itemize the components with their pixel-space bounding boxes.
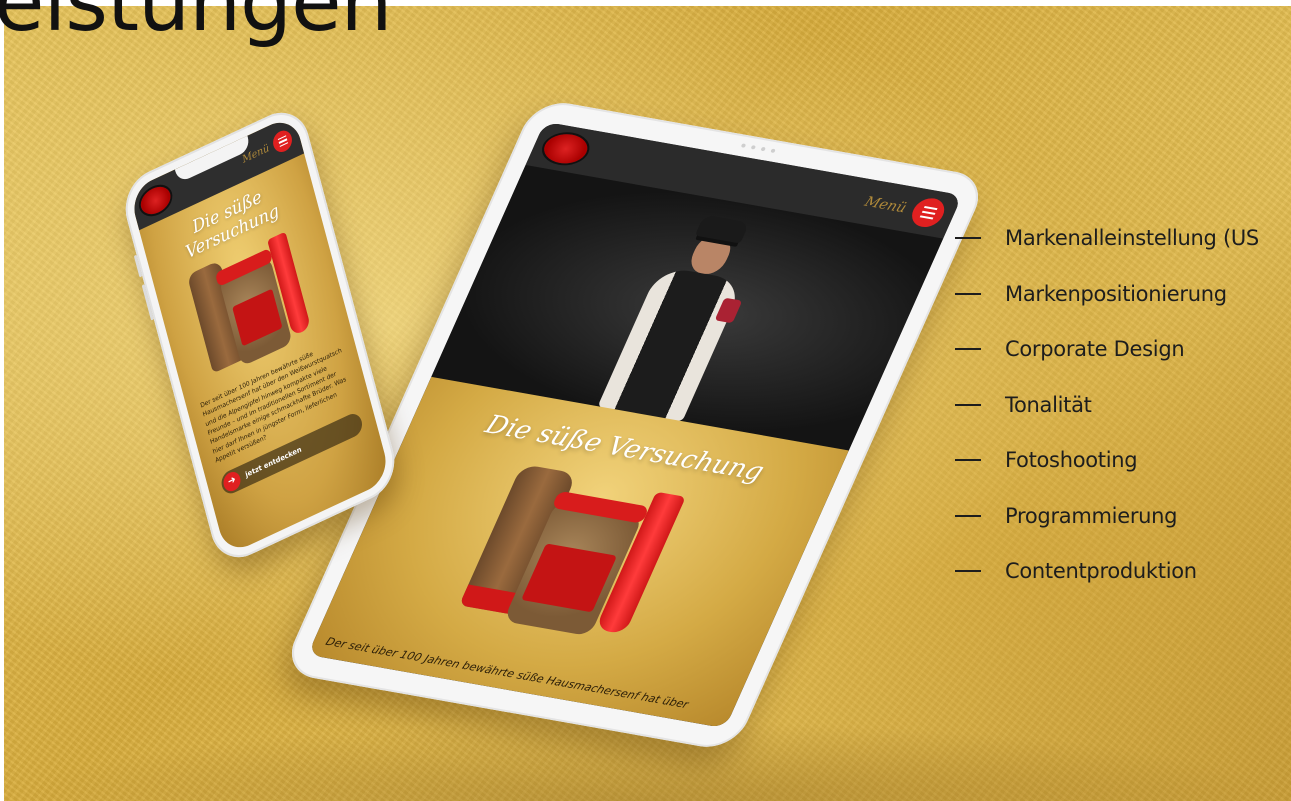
menu-label: Menü (862, 194, 909, 217)
man-with-hat-photo (576, 208, 791, 425)
service-label: Markenpositionierung (1005, 281, 1227, 306)
service-label: Markenalleinstellung (US (1005, 226, 1259, 250)
phone-menu-button[interactable]: Menü (240, 127, 295, 169)
hamburger-icon[interactable] (270, 127, 295, 156)
dash-icon (955, 237, 981, 239)
discover-button-label: jetzt entdecken (244, 445, 303, 480)
hamburger-icon[interactable] (907, 195, 950, 230)
page: eistungen Menü Die süße Versuchung Der s… (0, 0, 1291, 801)
dash-icon (955, 403, 981, 406)
dash-icon (955, 514, 981, 517)
arrow-right-icon: ➜ (221, 469, 243, 495)
service-item: Markenalleinstellung (US (955, 224, 1291, 252)
service-label: Tonalität (1005, 392, 1092, 417)
page-heading: eistungen (0, 0, 393, 50)
product-image (445, 462, 709, 647)
tablet-camera (740, 143, 776, 154)
service-label: Contentproduktion (1005, 559, 1197, 583)
service-item: Programmierung (955, 502, 1291, 530)
service-label: Corporate Design (1005, 337, 1185, 361)
service-item: Tonalität (955, 391, 1291, 419)
dash-icon (955, 459, 981, 461)
tablet-menu-button[interactable]: Menü (859, 188, 950, 230)
service-item: Fotoshooting (955, 446, 1291, 474)
dash-icon (955, 292, 981, 295)
brand-logo[interactable] (538, 131, 593, 167)
service-item: Contentproduktion (955, 557, 1291, 585)
service-label: Programmierung (1005, 503, 1178, 528)
service-item: Corporate Design (955, 335, 1291, 363)
service-item: Markenpositionierung (955, 280, 1291, 308)
service-label: Fotoshooting (1005, 448, 1138, 472)
dash-icon (955, 348, 981, 350)
brand-logo[interactable] (137, 181, 174, 220)
services-list: Markenalleinstellung (US Markenpositioni… (955, 224, 1291, 613)
dash-icon (955, 570, 981, 572)
